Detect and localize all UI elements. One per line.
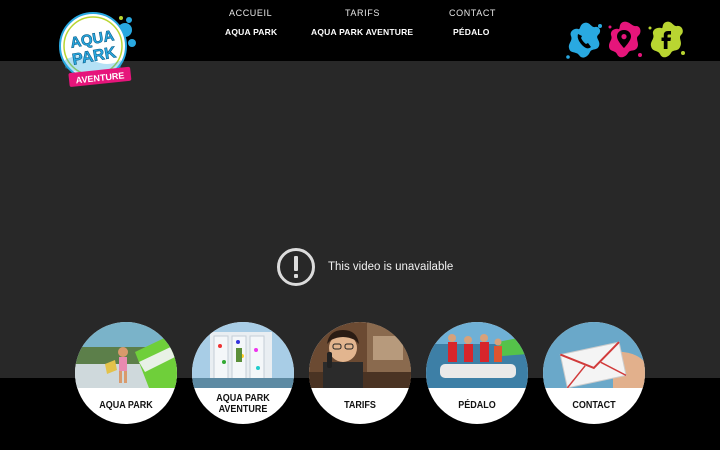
aqua-park-logo[interactable]: AQUA PARK AVENTURE [55,8,137,92]
circle-label-line2: AVENTURE [218,404,268,415]
video-message-text: This video is unavailable [328,261,454,273]
circle-label: CONTACT [572,400,616,411]
nav-link-aqua-park-aventure[interactable]: AQUA PARK AVENTURE [311,27,413,37]
contact-envelope-photo [543,322,645,388]
page: AQUA PARK AVENTURE ACCUEIL TARIFS CONTAC… [0,0,720,450]
location-button[interactable] [604,19,644,63]
nav-link-aqua-park[interactable]: AQUA PARK [225,27,277,37]
nav-link-pedalo[interactable]: PÉDALO [453,27,490,37]
pedalo-photo [426,322,528,388]
circle-link-aqua-park-aventure[interactable]: AQUA PARK AVENTURE [192,322,294,424]
location-pin-icon [608,21,642,58]
circle-link-aqua-park[interactable]: AQUA PARK [75,322,177,424]
climbing-wall-photo [192,322,294,388]
nav-link-tarifs[interactable]: TARIFS [345,8,380,18]
circle-link-pedalo[interactable]: PÉDALO [426,322,528,424]
tarifs-photo [309,322,411,388]
nav-link-accueil[interactable]: ACCUEIL [229,8,272,18]
circle-label: TARIFS [344,400,376,411]
warning-icon [277,248,315,286]
aqua-park-photo [75,322,177,388]
phone-button[interactable] [564,19,604,63]
phone-icon [566,22,602,59]
circle-label: AQUA PARK [99,400,153,411]
circle-label-line1: AQUA PARK [216,393,270,404]
video-unavailable-message: This video is unavailable [276,247,453,287]
circle-link-tarifs[interactable]: TARIFS [309,322,411,424]
facebook-icon [648,21,685,58]
logo-graphic: AQUA PARK AVENTURE [59,12,136,87]
circle-label: PÉDALO [458,400,496,411]
circle-label: AQUA PARK AVENTURE [197,393,289,415]
nav-link-contact[interactable]: CONTACT [449,8,496,18]
site-header: AQUA PARK AVENTURE ACCUEIL TARIFS CONTAC… [0,0,720,87]
circle-link-contact[interactable]: CONTACT [543,322,645,424]
facebook-button[interactable] [646,19,686,63]
